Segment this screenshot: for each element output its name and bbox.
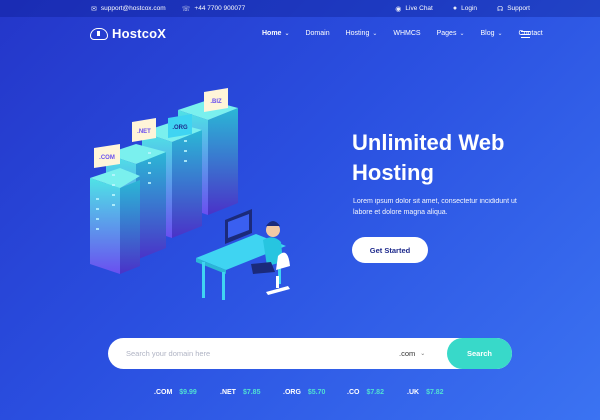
price-tld: .CO (347, 389, 360, 396)
hero-title-line1: Unlimited Web (352, 130, 505, 155)
chevron-down-icon: ⌄ (420, 351, 426, 357)
price-amount: $7.82 (426, 389, 444, 396)
hero-title-line2: Hosting (352, 160, 434, 185)
search-button[interactable]: Search (447, 338, 512, 369)
hero-title: Unlimited Web Hosting (352, 128, 552, 188)
support-text: Support (507, 5, 530, 12)
headset-icon: ☊ (497, 5, 504, 13)
hamburger-menu-icon[interactable] (521, 31, 530, 40)
price-tld: .NET (220, 389, 236, 396)
price-amount: $5.70 (307, 389, 326, 396)
phone-icon: ☏ (181, 5, 191, 13)
chat-icon: ◉ (395, 5, 402, 13)
nav-item-label: Pages (436, 30, 457, 37)
tld-select-value: .com (399, 349, 416, 358)
live-chat-link[interactable]: ◉ Live Chat (395, 5, 433, 13)
tag-biz-label: .BIZ (210, 99, 222, 105)
login-text: Login (461, 5, 477, 12)
price-amount: $7.85 (242, 389, 261, 396)
nav-item-label: WHMCS (393, 30, 421, 37)
price-tld: .ORG (283, 389, 301, 396)
nav-item-label: Domain (305, 30, 330, 37)
price-amount: $9.99 (179, 389, 197, 396)
server-rack-com (90, 168, 140, 274)
nav-item-domain[interactable]: Domain (305, 30, 329, 37)
nav-item-pages[interactable]: Pages ⌄ (437, 30, 465, 37)
price-amount: $7.82 (366, 389, 384, 396)
tag-com: .COM (94, 144, 120, 168)
chevron-down-icon: ⌄ (284, 31, 290, 37)
tag-org-label: .ORG (172, 125, 188, 131)
nav-item-label: Hosting (345, 30, 370, 37)
top-bar: ✉ support@hostcox.com ☏ +44 7700 900077 … (0, 0, 600, 17)
nav-item-blog[interactable]: Blog ⌄ (480, 30, 502, 37)
nav-menu: Home ⌄ Domain Hosting ⌄ WHMCS Pages ⌄ Bl… (262, 30, 559, 37)
price-tld: .UK (407, 389, 420, 396)
domain-search-bar: .com ⌄ Search (108, 338, 512, 369)
tld-select[interactable]: .com ⌄ (399, 349, 425, 358)
domain-search-input[interactable] (126, 338, 376, 369)
main-nav: HostcoX Home ⌄ Domain Hosting ⌄ WHMCS Pa… (0, 17, 600, 53)
phone-text: +44 7700 900077 (194, 5, 246, 12)
desk-with-person (196, 209, 290, 300)
email-link[interactable]: ✉ support@hostcox.com (91, 5, 166, 13)
login-link[interactable]: ● Login (453, 5, 477, 12)
nav-item-label: Home (262, 30, 282, 37)
tag-biz: .BIZ (204, 88, 228, 112)
user-icon: ● (452, 5, 458, 12)
price-item: .NET $7.85 (220, 389, 260, 396)
price-item: .UK $7.82 (407, 389, 444, 396)
chevron-down-icon: ⌄ (459, 31, 465, 37)
chevron-down-icon: ⌄ (497, 31, 503, 37)
nav-item-hosting[interactable]: Hosting ⌄ (346, 30, 378, 37)
tag-net: .NET (132, 118, 156, 142)
price-item: .COM $9.99 (154, 389, 197, 396)
price-item: .CO $7.82 (347, 389, 384, 396)
get-started-button[interactable]: Get Started (352, 237, 428, 263)
nav-item-label: Blog (480, 30, 495, 37)
tag-org: .ORG (168, 114, 192, 138)
logo-text: HostcoX (112, 26, 167, 41)
price-item: .ORG $5.70 (283, 389, 325, 396)
chevron-down-icon: ⌄ (372, 31, 378, 37)
support-link[interactable]: ☊ Support (497, 5, 530, 13)
tag-net-label: .NET (137, 129, 151, 135)
cloud-logo-icon (90, 27, 108, 40)
nav-item-whmcs[interactable]: WHMCS (393, 30, 420, 37)
hero-description: Lorem ipsum dolor sit amet, consectetur … (353, 198, 517, 216)
logo[interactable]: HostcoX (90, 26, 166, 41)
mail-icon: ✉ (91, 5, 97, 13)
live-chat-text: Live Chat (405, 5, 433, 12)
hero-illustration: .COM .NET .ORG .BIZ (90, 88, 290, 300)
nav-item-home[interactable]: Home ⌄ (262, 30, 289, 37)
price-tld: .COM (154, 389, 173, 396)
tag-com-label: .COM (99, 155, 115, 161)
phone-link[interactable]: ☏ +44 7700 900077 (182, 5, 246, 13)
email-text: support@hostcox.com (100, 5, 166, 12)
